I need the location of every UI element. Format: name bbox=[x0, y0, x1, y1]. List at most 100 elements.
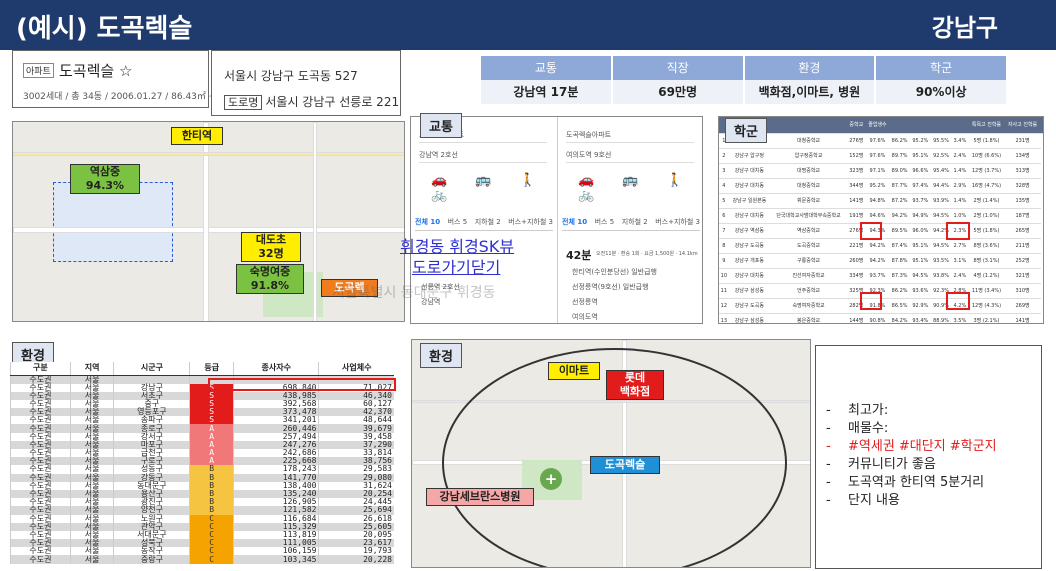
school-cell: 141명 bbox=[846, 193, 866, 209]
school-cell: 221명 bbox=[846, 238, 866, 254]
tab-bus[interactable]: 버스 5 bbox=[448, 217, 468, 227]
env-table-panel: 구분 지역 시군구 등급 종사자수 사업체수 수도권 서울 수도권 서울 강남구 S 698,840 7… bbox=[10, 362, 394, 568]
school-cell: 96.0% bbox=[909, 223, 931, 239]
note-item: 커뮤니티가 좋음 bbox=[826, 456, 997, 474]
school-cell: 강남구 도곡동 bbox=[728, 238, 771, 254]
transit-right-from[interactable]: 도곡렉슬아파트 bbox=[566, 127, 694, 143]
school-cell: 92.9% bbox=[909, 298, 931, 314]
env-row: 수도권 서울 중구 S 392,568 60,127 bbox=[10, 399, 394, 409]
apartment-name[interactable]: 도곡렉슬 ☆ bbox=[59, 60, 132, 81]
address-lot: 서울시 강남구 도곡동 527 bbox=[224, 69, 358, 83]
highlight-box-rate1 bbox=[860, 222, 882, 240]
school-cell: 봉은중학교 bbox=[770, 313, 847, 323]
school-cell: 211명 bbox=[1004, 238, 1041, 254]
school-cell: 252명 bbox=[1004, 253, 1041, 269]
environment-map[interactable]: 이마트 롯데 백화점 도곡렉슬 강남세브란스병원 + bbox=[411, 339, 811, 568]
env-row: 수도권 서울 관악구 C 115,329 25,605 bbox=[10, 522, 394, 531]
school-cell: 11 bbox=[719, 283, 729, 299]
tab-all[interactable]: 전체 10 bbox=[415, 217, 440, 227]
school-header-cell bbox=[1040, 117, 1043, 134]
school-cell: 269명 bbox=[1004, 298, 1041, 314]
env-cell: 중랑구 bbox=[113, 555, 190, 564]
tab-subway-r[interactable]: 지하철 2 bbox=[622, 217, 648, 227]
school-row: 9 강남구 개포동 구룡중학교 260명 94.2% 87.8% 95.1% 93.5% 3.1… bbox=[719, 253, 1043, 269]
school-cell: 2명 (1.0%) bbox=[968, 208, 1005, 224]
school-cell: 강남구 도곡동 bbox=[728, 298, 771, 314]
school-cell: 93.9% bbox=[930, 193, 952, 209]
school-row: 2 강남구 압구정 압구정중학교 152명 97.6% 89.7% 95.1% 92.5% 2.… bbox=[719, 148, 1043, 164]
transit-left-to[interactable]: 강남역 2호선 bbox=[419, 147, 547, 163]
school-cell: 12명 (4.3%) bbox=[968, 298, 1005, 314]
school-cell: 86.2% bbox=[889, 283, 910, 299]
school-row: 5 강남구 일원본동 휘문중학교 141명 94.8% 87.2% 93.7% 93.9% 1.… bbox=[719, 193, 1043, 209]
school-header-cell bbox=[930, 117, 952, 134]
school-cell: 265명 bbox=[1004, 223, 1041, 239]
school-header-cell bbox=[951, 117, 969, 134]
school-cell: 89.0% bbox=[889, 163, 910, 179]
transit-left-modes[interactable]: 🚗 🚌 🚶 🚲 bbox=[431, 173, 557, 203]
transit-right-modes[interactable]: 🚗 🚌 🚶 🚲 bbox=[578, 173, 702, 203]
highlight-box-gangnam bbox=[208, 378, 396, 391]
school-cell: 95.1% bbox=[909, 148, 931, 164]
route-time: 42분 bbox=[566, 249, 592, 262]
school-cell: 89.5% bbox=[889, 223, 910, 239]
env-header-cell: 지역 bbox=[69, 362, 114, 376]
school-cell: 94.5% bbox=[909, 268, 931, 284]
school-cell: 94.9% bbox=[909, 208, 931, 224]
notes-box: 최고가:매물수:#역세권 #대단지 #학군지커뮤니티가 좋음도곡역과 한티역 5… bbox=[815, 345, 1042, 569]
tab-bus-r[interactable]: 버스 5 bbox=[595, 217, 615, 227]
note-item: 단지 내용 bbox=[826, 492, 997, 510]
school-cell: 강남구 개포동 bbox=[728, 253, 771, 269]
transit-right: 도곡렉슬아파트 여의도역 9호선 🚗 🚌 🚶 🚲 전체 10 버스 5 지하철 … bbox=[558, 117, 702, 323]
map-popup-link[interactable]: 도로가기닫기 bbox=[412, 254, 500, 278]
env-header-cell: 구분 bbox=[10, 362, 71, 376]
school-cell: 87.7% bbox=[889, 178, 910, 194]
map-label-emart: 이마트 bbox=[548, 362, 600, 380]
env-header-cell: 등급 bbox=[189, 362, 234, 376]
route-step-4: 여의도역 bbox=[572, 313, 598, 321]
school-cell: 96.6% bbox=[909, 163, 931, 179]
env-row: 수도권 서울 송파구 S 341,201 48,644 bbox=[10, 416, 394, 425]
address-road-text: 서울시 강남구 선릉로 221 bbox=[265, 95, 400, 109]
transit-section-title: 교통 bbox=[420, 113, 462, 138]
school-cell: 87.2% bbox=[889, 193, 910, 209]
tab-bus-subway-r[interactable]: 버스+지하철 3 bbox=[655, 217, 700, 227]
school-cell: 95.5% bbox=[930, 133, 952, 149]
school-cell: 6 bbox=[719, 208, 729, 224]
env-map-section-title: 환경 bbox=[420, 343, 462, 368]
school-cell: 231명 bbox=[1004, 133, 1041, 149]
env-cell: C bbox=[189, 555, 234, 564]
school-cell: 2 bbox=[719, 148, 729, 164]
school-cell: 진선여자중학교 bbox=[770, 268, 847, 284]
tab-subway[interactable]: 지하철 2 bbox=[475, 217, 501, 227]
school-section-title: 학군 bbox=[725, 118, 767, 143]
highlight-box-rate2 bbox=[860, 292, 882, 310]
school-header-cell bbox=[909, 117, 931, 134]
school-cell: 276명 bbox=[846, 133, 866, 149]
school-cell: 3 bbox=[719, 163, 729, 179]
route-step-2: 선정릉역(9호선) 일반급행 bbox=[572, 283, 649, 291]
transit-right-tabs: 전체 10 버스 5 지하철 2 버스+지하철 3 bbox=[562, 217, 700, 231]
address-road: 도로명 서울시 강남구 선릉로 221 bbox=[224, 93, 399, 110]
summary-header-env: 환경 bbox=[744, 56, 875, 80]
school-cell: 95.2% bbox=[909, 133, 931, 149]
tab-all-r[interactable]: 전체 10 bbox=[562, 217, 587, 227]
school-cell: 강남구 대치동 bbox=[728, 163, 771, 179]
school-cell: 93.4% bbox=[909, 313, 931, 323]
tab-bus-subway[interactable]: 버스+지하철 3 bbox=[508, 217, 553, 227]
notes-list: 최고가:매물수:#역세권 #대단지 #학군지커뮤니티가 좋음도곡역과 한티역 5… bbox=[826, 402, 997, 510]
school-cell: 4 bbox=[719, 178, 729, 194]
school-cell: 94.6% bbox=[865, 208, 890, 224]
school-cell: 1.4% bbox=[951, 163, 969, 179]
school-cell: 95.2% bbox=[865, 178, 890, 194]
note-item: 최고가: bbox=[826, 402, 997, 420]
school-cell: 13 bbox=[719, 313, 729, 323]
env-row: 수도권 서울 광진구 B 126,905 24,445 bbox=[10, 498, 394, 507]
env-row: 수도권 서울 성동구 B 178,243 29,583 bbox=[10, 465, 394, 474]
school-cell: 12 bbox=[719, 298, 729, 314]
school-cell: 93.7% bbox=[909, 193, 931, 209]
transit-right-to[interactable]: 여의도역 9호선 bbox=[566, 147, 694, 163]
school-cell: 134명 bbox=[1004, 148, 1041, 164]
school-cell: 344명 bbox=[846, 178, 866, 194]
school-cell: 3명 (2.1%) bbox=[968, 313, 1005, 323]
